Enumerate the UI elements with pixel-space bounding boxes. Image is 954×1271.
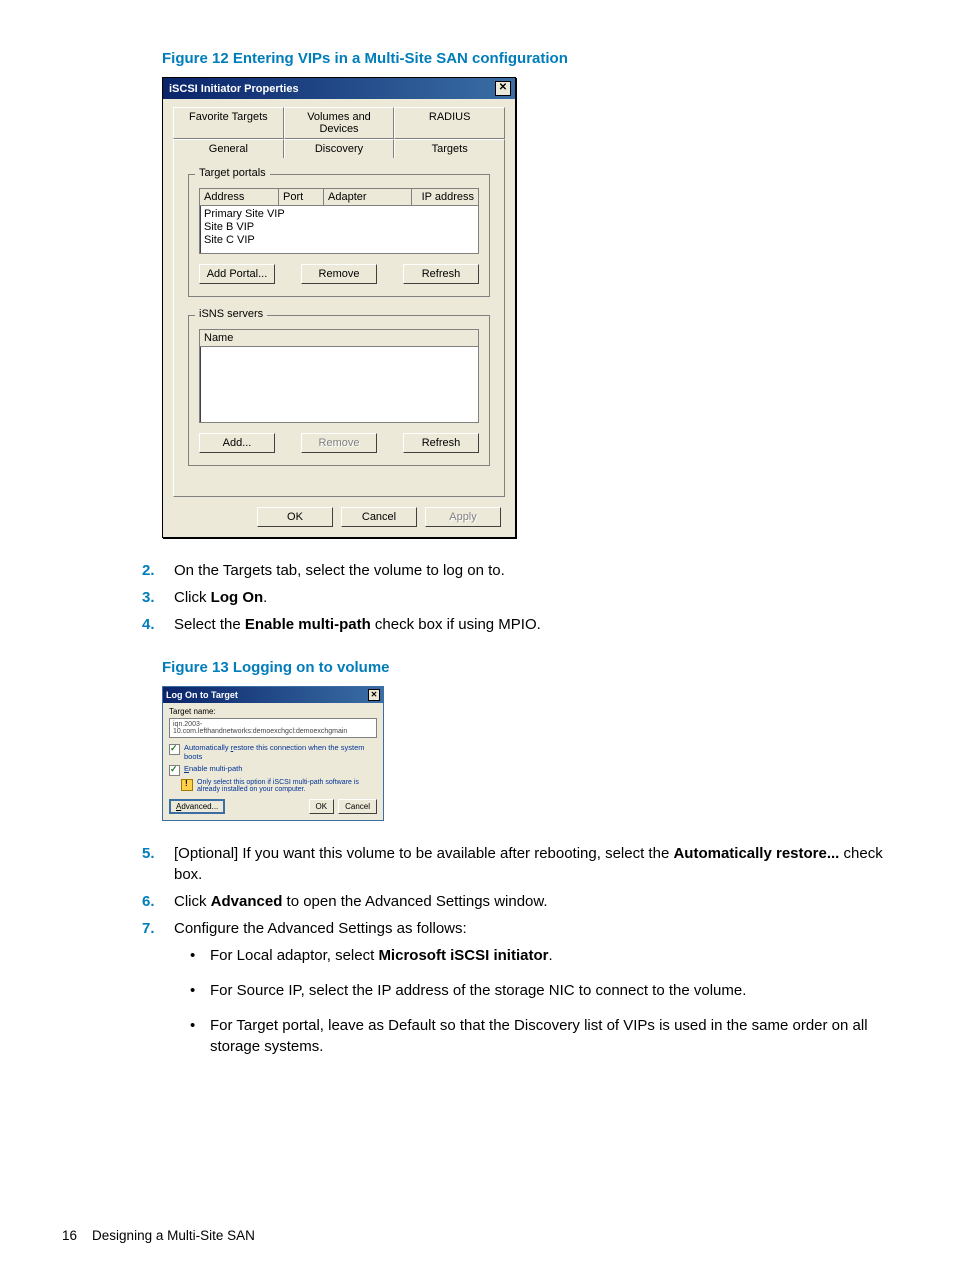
checkbox-icon[interactable] [169, 744, 180, 755]
footer-text: Designing a Multi-Site SAN [92, 1228, 255, 1243]
ok-button[interactable]: OK [257, 507, 333, 527]
tab-general[interactable]: General [173, 139, 284, 158]
checkbox-icon[interactable] [169, 765, 180, 776]
tab-strip: Favorite Targets Volumes and Devices RAD… [173, 107, 505, 158]
cancel-button[interactable]: Cancel [341, 507, 417, 527]
bullet-item: For Local adaptor, select Microsoft iSCS… [210, 945, 892, 966]
add-portal-button[interactable]: Add Portal... [199, 264, 275, 284]
step-2: On the Targets tab, select the volume to… [174, 560, 892, 581]
list-item[interactable]: Site B VIP [204, 221, 474, 234]
tab-radius[interactable]: RADIUS [394, 107, 505, 139]
auto-restore-checkbox-row[interactable]: Automatically restore this connection wh… [169, 743, 377, 761]
close-icon[interactable]: ✕ [368, 689, 380, 701]
step-3: Click Log On. [174, 587, 892, 608]
ok-button[interactable]: OK [309, 799, 335, 814]
enable-multipath-checkbox-row[interactable]: Enable multi-path [169, 764, 377, 776]
dialog-titlebar: iSCSI Initiator Properties ✕ [163, 78, 515, 99]
refresh-button[interactable]: Refresh [403, 433, 479, 453]
warning-icon [181, 779, 193, 791]
group-isns-servers: iSNS servers Name Add... Remove Refresh [188, 315, 490, 466]
advanced-button[interactable]: Advanced... [169, 799, 225, 814]
step-5: [Optional] If you want this volume to be… [174, 843, 892, 885]
col-port[interactable]: Port [279, 189, 324, 205]
target-name-label: Target name: [169, 707, 377, 716]
figure12-caption: Figure 12 Entering VIPs in a Multi-Site … [162, 50, 892, 67]
list-item[interactable]: Primary Site VIP [204, 208, 474, 221]
bullet-list: For Local adaptor, select Microsoft iSCS… [62, 945, 892, 1057]
cancel-button[interactable]: Cancel [338, 799, 377, 814]
step-6: Click Advanced to open the Advanced Sett… [174, 891, 892, 912]
dialog-title: Log On to Target [166, 690, 238, 700]
bullet-item: For Target portal, leave as Default so t… [210, 1015, 892, 1057]
list-item[interactable]: Site C VIP [204, 234, 474, 247]
bullet-item: For Source IP, select the IP address of … [210, 980, 892, 1001]
target-portals-list[interactable]: Address Port Adapter IP address Primary … [199, 188, 479, 254]
step-4: Select the Enable multi-path check box i… [174, 614, 892, 635]
iscsi-initiator-dialog: iSCSI Initiator Properties ✕ Favorite Ta… [162, 77, 516, 538]
col-address[interactable]: Address [200, 189, 279, 205]
add-button[interactable]: Add... [199, 433, 275, 453]
enable-multipath-label: Enable multi-path [184, 764, 242, 773]
step-7: Configure the Advanced Settings as follo… [174, 918, 892, 939]
remove-button[interactable]: Remove [301, 264, 377, 284]
group-target-portals: Target portals Address Port Adapter IP a… [188, 174, 490, 297]
tab-favorite-targets[interactable]: Favorite Targets [173, 107, 284, 139]
warning-row: Only select this option if iSCSI multi-p… [181, 779, 377, 793]
isns-list[interactable]: Name [199, 329, 479, 423]
close-icon[interactable]: ✕ [495, 81, 511, 96]
figure13-caption: Figure 13 Logging on to volume [162, 659, 892, 676]
col-ip-address[interactable]: IP address [412, 189, 478, 205]
target-name-input[interactable]: iqn.2003-10.com.lefthandnetworks:demoexc… [169, 718, 377, 738]
dialog-title: iSCSI Initiator Properties [169, 83, 299, 95]
page-number: 16 [62, 1228, 77, 1243]
remove-button-disabled: Remove [301, 433, 377, 453]
tab-volumes-devices[interactable]: Volumes and Devices [284, 107, 395, 139]
refresh-button[interactable]: Refresh [403, 264, 479, 284]
dialog-titlebar: Log On to Target ✕ [163, 687, 383, 703]
warning-text: Only select this option if iSCSI multi-p… [197, 779, 377, 793]
col-adapter[interactable]: Adapter [324, 189, 412, 205]
col-name[interactable]: Name [200, 330, 478, 346]
apply-button: Apply [425, 507, 501, 527]
auto-restore-label: Automatically restore this connection wh… [184, 743, 377, 761]
tab-discovery[interactable]: Discovery [284, 139, 395, 158]
logon-target-dialog: Log On to Target ✕ Target name: iqn.2003… [162, 686, 384, 821]
page-footer: 16 Designing a Multi-Site SAN [62, 1228, 255, 1243]
steps-list-b: [Optional] If you want this volume to be… [62, 843, 892, 939]
tab-targets[interactable]: Targets [394, 139, 505, 158]
steps-list-a: On the Targets tab, select the volume to… [62, 560, 892, 635]
group-legend: iSNS servers [195, 308, 267, 320]
group-legend: Target portals [195, 167, 270, 179]
